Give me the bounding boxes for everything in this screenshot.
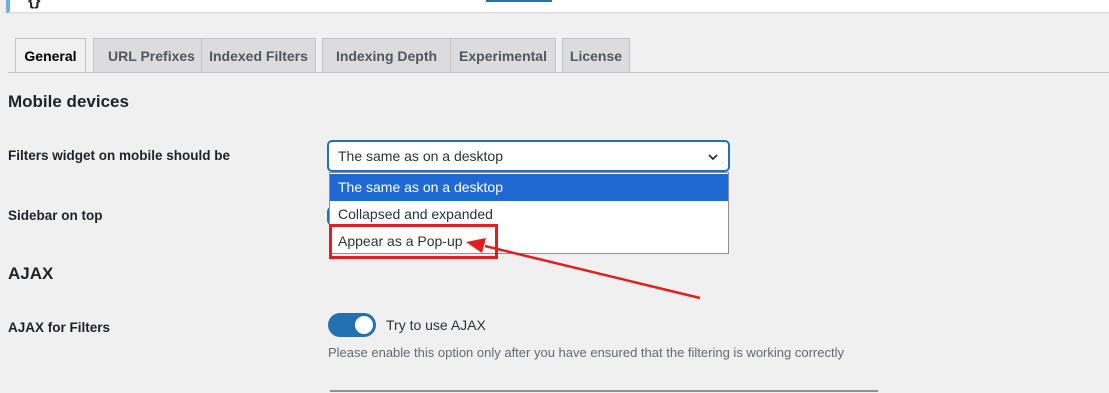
admin-notice: {} [6,0,1109,13]
ajax-description: Please enable this option only after you… [328,345,844,360]
tab-experimental[interactable]: Experimental [450,38,556,72]
annotation-highlight-box [329,224,498,259]
ajax-toggle-label: Try to use AJAX [386,317,486,333]
tab-license[interactable]: License [562,38,630,72]
ajax-section-title: AJAX [8,264,54,283]
sidebar-on-top-label: Sidebar on top [8,208,103,223]
tab-general[interactable]: General [15,38,86,73]
tab-indexing-depth[interactable]: Indexing Depth [322,38,451,72]
tabs-divider [8,72,1109,73]
toggle-knob [355,316,373,334]
filters-widget-select[interactable]: The same as on a desktop [328,141,729,171]
notice-link[interactable] [486,0,552,2]
next-field-border [330,390,878,392]
notice-icon: {} [28,0,41,9]
select-value: The same as on a desktop [338,148,503,164]
ajax-toggle[interactable] [328,313,376,337]
tab-url-prefixes[interactable]: URL Prefixes [93,38,210,72]
chevron-down-icon [708,154,718,161]
mobile-section-title: Mobile devices [8,92,129,111]
option-same-as-desktop[interactable]: The same as on a desktop [330,174,728,201]
ajax-for-filters-label: AJAX for Filters [8,320,111,335]
filters-widget-label: Filters widget on mobile should be [8,148,231,163]
tab-indexed-filters[interactable]: Indexed Filters [201,38,316,72]
